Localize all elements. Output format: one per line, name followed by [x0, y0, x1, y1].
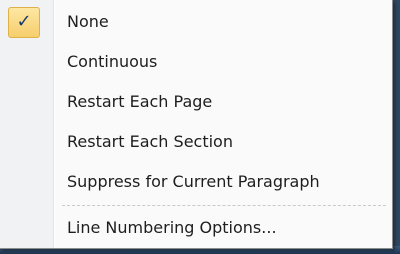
menu-item-label: Line Numbering Options...: [67, 218, 277, 237]
menu-item-none[interactable]: ✓ None: [0, 2, 390, 42]
menu-item-label: Continuous: [67, 52, 158, 71]
menu-item-label: Suppress for Current Paragraph: [67, 172, 320, 191]
menu-item-suppress-for-current-paragraph[interactable]: Suppress for Current Paragraph: [0, 162, 390, 202]
menu-item-restart-each-section[interactable]: Restart Each Section: [0, 122, 390, 162]
menu-item-continuous[interactable]: Continuous: [0, 42, 390, 82]
menu-item-label: None: [67, 12, 109, 31]
menu-separator: [62, 205, 386, 207]
menu-item-line-numbering-options[interactable]: Line Numbering Options...: [0, 208, 390, 248]
menu-item-label: Restart Each Page: [67, 92, 213, 111]
checked-indicator: ✓: [8, 7, 40, 38]
menu-item-restart-each-page[interactable]: Restart Each Page: [0, 82, 390, 122]
checkmark-icon: ✓: [16, 11, 32, 32]
line-numbers-dropdown-menu: ✓ None Continuous Restart Each Page Rest…: [0, 0, 393, 249]
menu-item-label: Restart Each Section: [67, 132, 233, 151]
